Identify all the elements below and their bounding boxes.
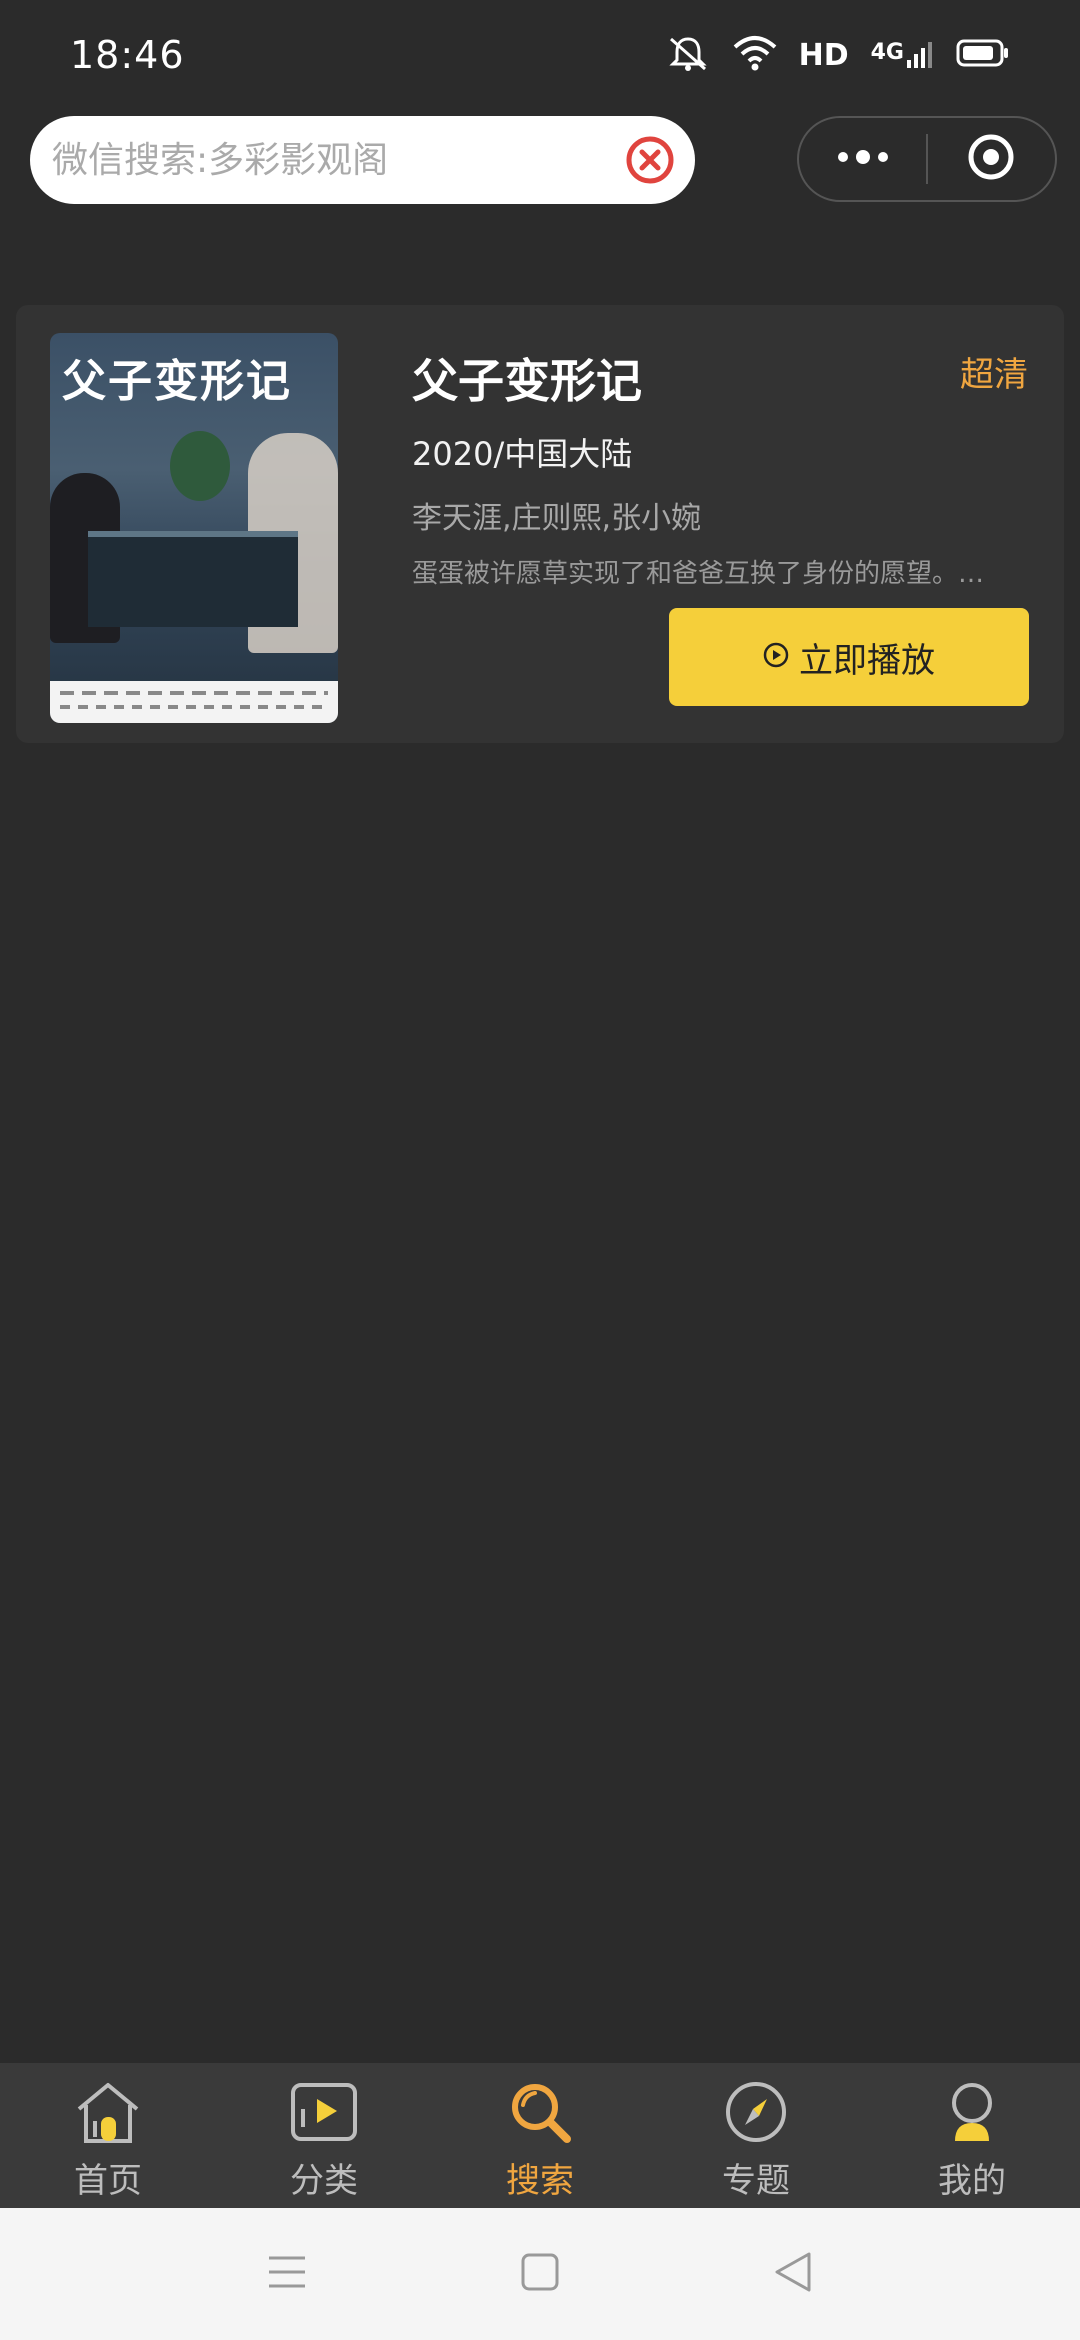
play-now-label: 立即播放 [799, 640, 935, 681]
poster-title: 父子变形记 [62, 356, 292, 407]
bottom-tab-bar: 首页 分类 搜索 专题 我的 [0, 2063, 1080, 2208]
poster-credits-strip [50, 681, 338, 723]
poster-artwork: 父子变形记 [50, 333, 338, 723]
tab-category[interactable]: 分类 [216, 2063, 432, 2208]
target-close-icon [966, 132, 1016, 186]
app-root: 18:46 HD 4G 微信搜索:多彩影观阁 父子变形记 父子变形记 超清 20… [0, 0, 1080, 2340]
more-menu-button[interactable] [799, 118, 926, 200]
square-icon [520, 2252, 560, 2296]
status-bar: 18:46 HD 4G [0, 0, 1080, 110]
miniprogram-capsule [797, 116, 1057, 202]
tab-profile-label: 我的 [938, 2161, 1006, 2201]
movie-description: 蛋蛋被许愿草实现了和爸爸互换了身份的愿望。… [412, 559, 985, 589]
tab-profile[interactable]: 我的 [864, 2063, 1080, 2208]
tab-search-label: 搜索 [506, 2161, 574, 2201]
signal-icon: 4G [871, 40, 934, 70]
back-nav-button[interactable] [753, 2234, 833, 2314]
movie-result-card[interactable]: 父子变形记 父子变形记 超清 2020/中国大陆 李天涯,庄则熙,张小婉 蛋蛋被… [16, 305, 1064, 743]
tab-category-label: 分类 [290, 2161, 358, 2201]
play-now-button[interactable]: 立即播放 [669, 608, 1029, 706]
wifi-icon [733, 35, 777, 75]
tab-search[interactable]: 搜索 [432, 2063, 648, 2208]
recent-apps-button[interactable] [247, 2234, 327, 2314]
category-icon [289, 2079, 359, 2149]
play-circle-icon [763, 637, 789, 677]
battery-icon [956, 38, 1010, 72]
status-time: 18:46 [70, 33, 185, 77]
clear-search-icon[interactable] [625, 135, 675, 185]
home-icon [73, 2079, 143, 2149]
system-navigation-bar [0, 2208, 1080, 2340]
more-dots-icon [835, 149, 891, 169]
tab-home[interactable]: 首页 [0, 2063, 216, 2208]
search-box[interactable] [30, 116, 695, 204]
hd-label: HD [798, 37, 849, 73]
tab-topics[interactable]: 专题 [648, 2063, 864, 2208]
close-miniprogram-button[interactable] [928, 118, 1055, 200]
movie-cast: 李天涯,庄则熙,张小婉 [412, 501, 702, 536]
movie-year-region: 2020/中国大陆 [412, 435, 633, 473]
search-icon [505, 2079, 575, 2149]
poster-table-shape [88, 531, 298, 627]
compass-icon [721, 2079, 791, 2149]
network-type-label: 4G [870, 40, 904, 65]
profile-icon [937, 2079, 1007, 2149]
search-input[interactable] [50, 138, 625, 182]
movie-poster[interactable]: 父子变形记 [50, 333, 338, 723]
tab-topics-label: 专题 [722, 2161, 790, 2201]
tab-home-label: 首页 [74, 2161, 142, 2201]
back-triangle-icon [773, 2251, 813, 2297]
poster-plant-shape [170, 431, 230, 501]
mute-bell-icon [665, 33, 711, 77]
menu-lines-icon [267, 2254, 307, 2294]
status-icons: HD 4G [665, 33, 1010, 77]
movie-title[interactable]: 父子变形记 [412, 345, 642, 411]
home-nav-button[interactable] [500, 2234, 580, 2314]
search-row [30, 116, 1060, 204]
quality-badge: 超清 [960, 355, 1028, 395]
